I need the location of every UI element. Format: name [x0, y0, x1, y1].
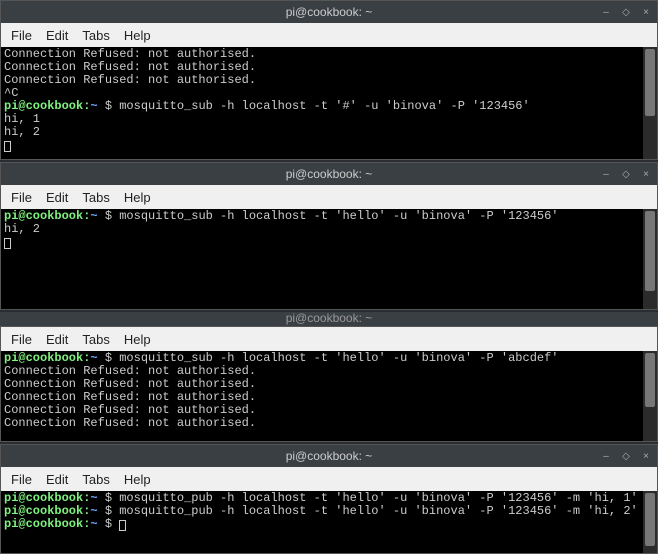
window-controls: –◇ ×: [601, 451, 651, 462]
menu-edit[interactable]: Edit: [46, 472, 68, 487]
terminal-window: pi@cookbook: ~ –◇ × File Edit Tabs Help Connect…: [0, 0, 658, 160]
terminal-window: pi@cookbook: ~ –◇ × File Edit Tabs Help pi@cook…: [0, 162, 658, 310]
terminal-line: pi@cookbook:~ $: [4, 518, 640, 531]
prompt-user: pi@cookbook: [4, 504, 83, 518]
terminal-output[interactable]: pi@cookbook:~ $ mosquitto_sub -h localho…: [1, 209, 643, 309]
prompt-user: pi@cookbook: [4, 517, 83, 531]
terminal-output[interactable]: pi@cookbook:~ $ mosquitto_sub -h localho…: [1, 351, 643, 441]
menubar: File Edit Tabs Help: [1, 467, 657, 491]
titlebar[interactable]: pi@cookbook: ~ –◇ ×: [1, 163, 657, 185]
menu-edit[interactable]: Edit: [46, 190, 68, 205]
command-text: mosquitto_pub -h localhost -t 'hello' -u…: [112, 491, 638, 505]
command-text: mosquitto_sub -h localhost -t '#' -u 'bi…: [112, 99, 530, 113]
terminal-output[interactable]: pi@cookbook:~ $ mosquitto_pub -h localho…: [1, 491, 643, 553]
scrollbar-thumb[interactable]: [645, 353, 655, 407]
prompt-path: ~: [90, 209, 97, 223]
command-text: mosquitto_pub -h localhost -t 'hello' -u…: [112, 504, 638, 518]
close-icon[interactable]: ×: [641, 7, 651, 18]
menu-tabs[interactable]: Tabs: [82, 332, 109, 347]
menu-file[interactable]: File: [11, 332, 32, 347]
prompt-path: ~: [90, 99, 97, 113]
minimize-icon[interactable]: –: [601, 451, 611, 462]
maximize-icon[interactable]: ◇: [621, 451, 631, 462]
terminal-line: hi, 2: [4, 126, 640, 139]
close-icon[interactable]: ×: [641, 451, 651, 462]
maximize-icon[interactable]: ◇: [621, 169, 631, 180]
terminal-line: pi@cookbook:~ $ mosquitto_sub -h localho…: [4, 100, 640, 113]
terminal-window: File Edit Tabs Help pi@cookbook:~ $ mosquitt…: [0, 326, 658, 442]
terminal-line: [4, 139, 640, 152]
scrollbar[interactable]: [643, 209, 657, 309]
cursor-icon: [4, 238, 11, 249]
prompt-user: pi@cookbook: [4, 351, 83, 365]
terminal-line: hi, 2: [4, 223, 640, 236]
titlebar[interactable]: pi@cookbook: ~ –◇ ×: [1, 445, 657, 467]
menubar: File Edit Tabs Help: [1, 185, 657, 209]
window-title: pi@cookbook: ~: [286, 167, 373, 181]
terminal-line: hi, 1: [4, 113, 640, 126]
window-title: pi@cookbook: ~: [286, 5, 373, 19]
window-controls: –◇ ×: [601, 7, 651, 18]
minimize-icon[interactable]: –: [601, 7, 611, 18]
menubar: File Edit Tabs Help: [1, 23, 657, 47]
prompt-path: ~: [90, 504, 97, 518]
command-text: [112, 517, 119, 531]
menu-help[interactable]: Help: [124, 190, 151, 205]
prompt-user: pi@cookbook: [4, 99, 83, 113]
menu-tabs[interactable]: Tabs: [82, 190, 109, 205]
menu-edit[interactable]: Edit: [46, 332, 68, 347]
menubar: File Edit Tabs Help: [1, 327, 657, 351]
minimize-icon[interactable]: –: [601, 169, 611, 180]
prompt-path: ~: [90, 491, 97, 505]
cursor-icon: [4, 141, 11, 152]
menu-tabs[interactable]: Tabs: [82, 472, 109, 487]
close-icon[interactable]: ×: [641, 169, 651, 180]
scrollbar[interactable]: [643, 351, 657, 441]
command-text: mosquitto_sub -h localhost -t 'hello' -u…: [112, 351, 558, 365]
scrollbar-thumb[interactable]: [645, 493, 655, 546]
menu-tabs[interactable]: Tabs: [82, 28, 109, 43]
window-controls: –◇ ×: [601, 169, 651, 180]
terminal-window: pi@cookbook: ~ –◇ × File Edit Tabs Help pi@cook…: [0, 444, 658, 554]
scrollbar-thumb[interactable]: [645, 49, 655, 116]
menu-help[interactable]: Help: [124, 28, 151, 43]
cursor-icon: [119, 520, 126, 531]
command-text: mosquitto_sub -h localhost -t 'hello' -u…: [112, 209, 558, 223]
window-title: pi@cookbook: ~: [286, 449, 373, 463]
prompt-path: ~: [90, 351, 97, 365]
scrollbar[interactable]: [643, 491, 657, 553]
window-title-partial: pi@cookbook: ~: [0, 312, 658, 326]
maximize-icon[interactable]: ◇: [621, 7, 631, 18]
menu-file[interactable]: File: [11, 190, 32, 205]
menu-file[interactable]: File: [11, 472, 32, 487]
menu-edit[interactable]: Edit: [46, 28, 68, 43]
titlebar[interactable]: pi@cookbook: ~ –◇ ×: [1, 1, 657, 23]
prompt-user: pi@cookbook: [4, 491, 83, 505]
menu-help[interactable]: Help: [124, 472, 151, 487]
prompt-path: ~: [90, 517, 97, 531]
terminal-line: [4, 236, 640, 249]
terminal-line: Connection Refused: not authorised.: [4, 74, 640, 87]
menu-file[interactable]: File: [11, 28, 32, 43]
prompt-user: pi@cookbook: [4, 209, 83, 223]
menu-help[interactable]: Help: [124, 332, 151, 347]
scrollbar-thumb[interactable]: [645, 211, 655, 291]
terminal-line: pi@cookbook:~ $ mosquitto_sub -h localho…: [4, 210, 640, 223]
terminal-line: Connection Refused: not authorised.: [4, 417, 640, 430]
terminal-output[interactable]: Connection Refused: not authorised.Conne…: [1, 47, 643, 159]
scrollbar[interactable]: [643, 47, 657, 159]
